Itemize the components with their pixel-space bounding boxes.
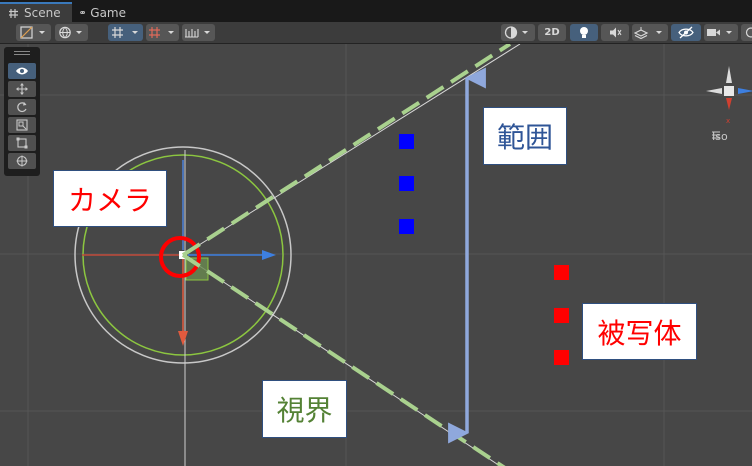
ruler-snap-dropdown[interactable] [182,24,215,41]
range-annotation: 範囲 [483,107,567,165]
sphere-icon [504,26,528,39]
blue-object[interactable] [399,219,414,234]
snap-grid-icon [148,27,174,38]
global-local-dropdown[interactable] [55,24,88,41]
increment-snap-dropdown[interactable] [146,24,179,41]
gizmo-cone-left[interactable] [706,88,722,94]
red-object[interactable] [554,350,569,365]
transform-tool-button[interactable] [8,153,36,169]
rotate-icon [17,102,27,113]
transform-icon [16,155,28,167]
tab-scene[interactable]: Scene [0,2,72,22]
gizmos-button[interactable] [741,24,752,41]
camera-settings-dropdown[interactable] [704,24,738,41]
eye-hidden-icon [678,26,694,39]
scene-toolbar: 2D [0,22,752,44]
blue-object[interactable] [399,134,414,149]
lighting-toggle-button[interactable] [570,24,598,41]
gizmo-sphere-icon [745,27,752,38]
gizmo-arrow-down[interactable] [178,331,188,346]
gizmo-cone-down[interactable] [726,98,732,110]
shaded-mode-icon [19,26,45,39]
move-arrows-icon [16,83,28,95]
rect-transform-icon [16,137,28,149]
camera-annotation-text: カメラ [67,183,152,217]
range-annotation-text: 範囲 [496,121,553,154]
eye-icon [16,67,28,75]
speaker-muted-icon [609,27,621,38]
gizmo-center-cube[interactable] [724,86,734,96]
tab-bar: Scene Game [0,0,752,22]
gamepad-icon [80,11,86,14]
scene-canvas[interactable]: x [0,44,752,466]
audio-toggle-button[interactable] [601,24,629,41]
scale-icon [16,119,28,131]
tab-game[interactable]: Game [72,3,134,22]
view-annotation: 視界 [262,380,347,438]
view-annotation-text: 視界 [276,394,333,427]
tools-overlay [4,47,40,176]
view-tool-button[interactable] [8,63,36,79]
rotate-tool-button[interactable] [8,99,36,115]
effects-layers-icon [634,27,662,39]
effects-dropdown[interactable] [632,24,668,41]
shading-mode-dropdown[interactable] [501,24,535,41]
grid-snap-icon [111,27,138,38]
toggle-2d-button[interactable]: 2D [538,24,566,41]
toggle-2d-label: 2D [544,27,560,38]
gizmo-cone-right[interactable] [738,88,752,94]
target-annotation: 被写体 [582,303,697,360]
red-object[interactable] [554,308,569,323]
projection-label[interactable]: Iso [712,130,728,143]
camera-annotation: カメラ [53,170,167,227]
tools-drag-handle[interactable] [14,51,30,52]
tab-scene-label: Scene [24,6,61,20]
red-object[interactable] [554,265,569,280]
move-tool-button[interactable] [8,81,36,97]
scale-tool-button[interactable] [8,117,36,133]
gizmo-axis-x-label: x [726,117,730,125]
tab-game-label: Game [90,5,126,20]
ruler-icon [184,29,210,38]
grid-hash-icon [9,8,18,18]
scene-visibility-toggle[interactable] [671,24,701,41]
light-bulb-icon [580,27,588,38]
draw-mode-dropdown[interactable] [16,24,51,41]
rect-tool-button[interactable] [8,135,36,151]
blue-object[interactable] [399,176,414,191]
scene-view[interactable]: x [0,44,752,466]
gizmo-cone-up[interactable] [726,66,732,83]
target-annotation-text: 被写体 [597,316,682,350]
gizmo-arrow-right[interactable] [262,250,276,260]
video-camera-icon [707,29,732,36]
grid-snap-button[interactable] [108,24,143,41]
globe-icon [58,26,82,39]
